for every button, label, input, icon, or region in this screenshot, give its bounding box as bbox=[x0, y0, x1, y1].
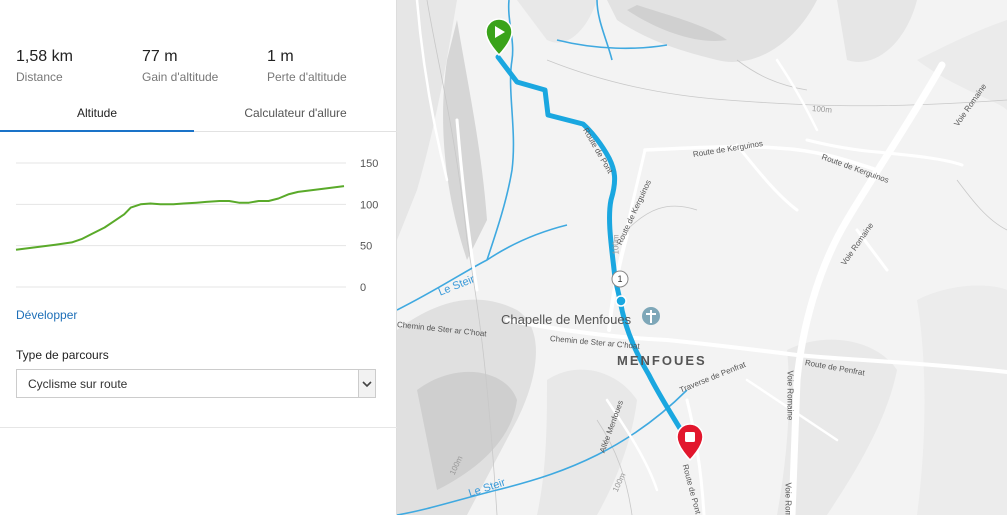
route-waypoint[interactable] bbox=[615, 295, 627, 307]
km-marker-icon[interactable]: 1 bbox=[611, 270, 629, 288]
poi-label: Chapelle de Menfoues bbox=[501, 312, 632, 327]
tab-altitude[interactable]: Altitude bbox=[0, 100, 194, 132]
elevation-chart-svg: 150 100 50 0 bbox=[15, 158, 378, 294]
route-type-select[interactable]: Cyclisme sur route bbox=[16, 369, 376, 398]
route-type-label: Type de parcours bbox=[16, 348, 109, 362]
elevation-loss-label: Perte d'altitude bbox=[267, 70, 347, 84]
elevation-gain-value: 77 m bbox=[142, 48, 178, 65]
road-label: Voie Romaine bbox=[785, 370, 795, 421]
elevation-chart: 150 100 50 0 bbox=[0, 145, 397, 300]
contour-label: 100m bbox=[611, 234, 621, 255]
route-type-value: Cyclisme sur route bbox=[28, 377, 128, 391]
place-label: MENFOUES bbox=[617, 353, 707, 368]
elevation-line bbox=[15, 185, 345, 251]
elevation-loss-value: 1 m bbox=[267, 48, 294, 65]
route-stats: 1,58 km Distance 77 m Gain d'altitude 1 … bbox=[16, 48, 386, 88]
km-marker-label: 1 bbox=[617, 274, 622, 284]
y-tick-label: 150 bbox=[360, 158, 378, 170]
tab-pace-calculator[interactable]: Calculateur d'allure bbox=[194, 100, 397, 132]
y-tick-label: 100 bbox=[360, 199, 378, 211]
elevation-gain-label: Gain d'altitude bbox=[142, 70, 219, 84]
y-tick-label: 50 bbox=[360, 241, 372, 253]
contour-label: 100m bbox=[811, 104, 833, 115]
stat-elevation-gain: 77 m Gain d'altitude bbox=[142, 48, 218, 84]
panel-tabs: Altitude Calculateur d'allure bbox=[0, 100, 397, 132]
expand-link[interactable]: Développer bbox=[16, 308, 77, 322]
road-label: Voie Romaine bbox=[783, 482, 793, 515]
distance-label: Distance bbox=[16, 70, 63, 84]
y-tick-label: 0 bbox=[360, 282, 366, 294]
stat-distance: 1,58 km Distance bbox=[16, 48, 73, 84]
map-view[interactable]: 1 Chapelle de Menfoues MENFOUES Route de… bbox=[397, 0, 1007, 515]
chevron-down-icon[interactable] bbox=[358, 370, 375, 397]
distance-value: 1,58 km bbox=[16, 48, 73, 65]
route-stats-panel: 1,58 km Distance 77 m Gain d'altitude 1 … bbox=[0, 0, 397, 515]
panel-divider bbox=[0, 427, 397, 428]
stat-elevation-loss: 1 m Perte d'altitude bbox=[267, 48, 347, 84]
chapel-icon[interactable] bbox=[642, 307, 660, 325]
